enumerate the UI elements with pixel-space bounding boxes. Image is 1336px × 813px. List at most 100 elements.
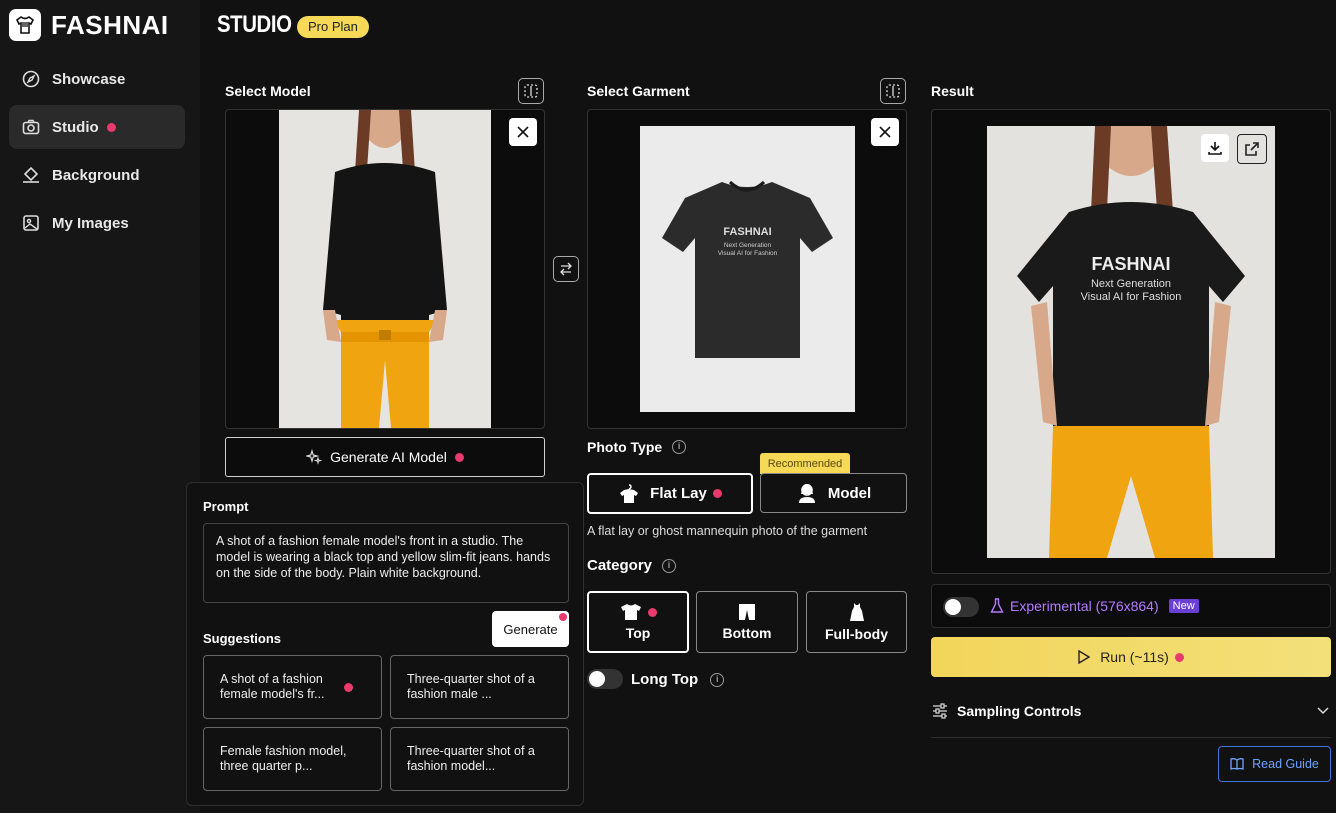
sidebar-item-background[interactable]: Background [9, 153, 185, 197]
hanger-shirt-icon [9, 9, 41, 41]
sidebar-item-label: Showcase [52, 70, 126, 88]
sampling-controls-row[interactable]: Sampling Controls [931, 695, 1331, 738]
plan-badge[interactable]: Pro Plan [297, 16, 369, 38]
experimental-row: Experimental (576x864) New [931, 584, 1331, 628]
suggestion-card[interactable]: A shot of a fashion female model's fr... [203, 655, 382, 719]
category-label: Category [587, 557, 653, 574]
image-icon [23, 215, 39, 231]
status-dot [454, 452, 464, 462]
recommended-badge: Recommended [760, 453, 850, 474]
info-icon[interactable]: i [672, 440, 687, 454]
brand-logo[interactable]: FASHNAI [9, 9, 169, 41]
long-top-toggle[interactable] [587, 669, 623, 689]
generate-ai-model-button[interactable]: Generate AI Model [225, 437, 545, 477]
category-label: Top [625, 625, 651, 641]
read-guide-label: Read Guide [1252, 757, 1319, 771]
photo-type-flat-lay[interactable]: Flat Lay [587, 473, 753, 514]
play-icon [1078, 650, 1091, 664]
category-label: Bottom [722, 625, 772, 641]
photo-type-hint: A flat lay or ghost mannequin photo of t… [587, 524, 868, 538]
suggestion-text: Three-quarter shot of a fashion model... [407, 744, 535, 773]
compare-toggle-icon[interactable] [880, 78, 906, 104]
swap-button[interactable] [553, 256, 579, 282]
suggestion-card[interactable]: Three-quarter shot of a fashion male ... [390, 655, 569, 719]
run-button[interactable]: Run (~11s) [931, 637, 1331, 677]
suggestion-text: Female fashion model, three quarter p... [220, 744, 347, 773]
app-root: FASHNAI STUDIO Pro Plan Showcase Studio … [0, 0, 1336, 813]
external-link-icon [1245, 142, 1259, 156]
brand-name: FASHNAI [51, 9, 169, 40]
category-bottom[interactable]: Bottom [696, 591, 798, 653]
shirt-brand-text: FASHNAI [723, 226, 772, 238]
status-dot [712, 489, 722, 498]
run-label: Run (~11s) [1100, 649, 1169, 665]
prompt-textarea[interactable]: A shot of a fashion female model's front… [203, 523, 569, 603]
status-dot [1174, 652, 1184, 662]
suggestion-card[interactable]: Three-quarter shot of a fashion model... [390, 727, 569, 791]
experimental-label-group: Experimental (576x864) New [990, 598, 1199, 614]
dress-icon [849, 603, 864, 621]
shirt-tagline-2: Visual AI for Fashion [1080, 291, 1182, 303]
sidebar-item-my-images[interactable]: My Images [9, 201, 185, 245]
close-icon [517, 126, 529, 138]
sparkles-icon [306, 449, 323, 465]
flat-lay-label: Flat Lay [650, 485, 707, 502]
garment-photo: FASHNAI Next Generation Visual AI for Fa… [640, 126, 855, 412]
compass-icon [22, 70, 40, 88]
remove-model-button[interactable] [509, 118, 537, 146]
long-top-label: Long Top [631, 671, 699, 688]
long-top-heading: Long Top i [631, 671, 725, 688]
page-title: STUDIO [217, 11, 292, 38]
select-model-title: Select Model [225, 83, 311, 99]
info-icon[interactable]: i [710, 672, 725, 687]
open-external-button[interactable] [1237, 134, 1267, 164]
shirt-tagline-2: Visual AI for Fashion [717, 250, 778, 257]
remove-garment-button[interactable] [871, 118, 899, 146]
book-icon [1230, 758, 1244, 770]
paint-bucket-icon [23, 166, 39, 183]
chevron-down-icon [1317, 707, 1329, 715]
pants-icon [739, 604, 755, 620]
sidebar-item-label: Background [52, 166, 140, 184]
info-icon[interactable]: i [662, 558, 677, 573]
photo-type-heading: Photo Type i [587, 439, 687, 455]
shirt-tagline-1: Next Generation [723, 242, 772, 249]
suggestions-label: Suggestions [203, 631, 282, 646]
sampling-controls-label: Sampling Controls [957, 703, 1082, 719]
result-photo: FASHNAI Next Generation Visual AI for Fa… [987, 126, 1275, 558]
experimental-toggle[interactable] [943, 597, 979, 617]
download-icon [1208, 142, 1222, 155]
status-dot [647, 607, 657, 617]
read-guide-button[interactable]: Read Guide [1218, 746, 1331, 782]
status-dot [106, 122, 116, 132]
model-image-panel[interactable] [225, 109, 545, 429]
result-image-panel: FASHNAI Next Generation Visual AI for Fa… [931, 109, 1331, 574]
sidebar-item-showcase[interactable]: Showcase [9, 57, 185, 101]
photo-type-label: Photo Type [587, 439, 663, 455]
generate-ai-model-label: Generate AI Model [330, 449, 447, 465]
generate-label: Generate [503, 621, 558, 637]
category-label: Full-body [825, 626, 888, 642]
model-option-label: Model [827, 484, 872, 502]
download-button[interactable] [1201, 134, 1229, 162]
compare-toggle-icon[interactable] [518, 78, 544, 104]
select-garment-title: Select Garment [587, 83, 690, 99]
suggestion-text: Three-quarter shot of a fashion male ... [407, 672, 535, 701]
result-title: Result [931, 83, 974, 99]
new-badge: New [1168, 599, 1199, 613]
swap-arrows-icon [560, 262, 572, 276]
shirt-tagline-1: Next Generation [1090, 278, 1172, 290]
person-icon [798, 484, 815, 503]
generate-button[interactable]: Generate [492, 611, 569, 647]
category-full-body[interactable]: Full-body [806, 591, 907, 653]
status-dot [344, 683, 353, 692]
category-top[interactable]: Top [587, 591, 689, 653]
sidebar-item-studio[interactable]: Studio [9, 105, 185, 149]
experimental-label: Experimental (576x864) [1010, 598, 1159, 614]
garment-image-panel[interactable]: FASHNAI Next Generation Visual AI for Fa… [587, 109, 907, 429]
photo-type-model[interactable]: Model [760, 473, 907, 513]
suggestion-text: A shot of a fashion female model's fr... [220, 672, 325, 701]
sidebar-item-label: My Images [52, 214, 129, 232]
suggestion-card[interactable]: Female fashion model, three quarter p... [203, 727, 382, 791]
category-heading: Category i [587, 557, 677, 574]
